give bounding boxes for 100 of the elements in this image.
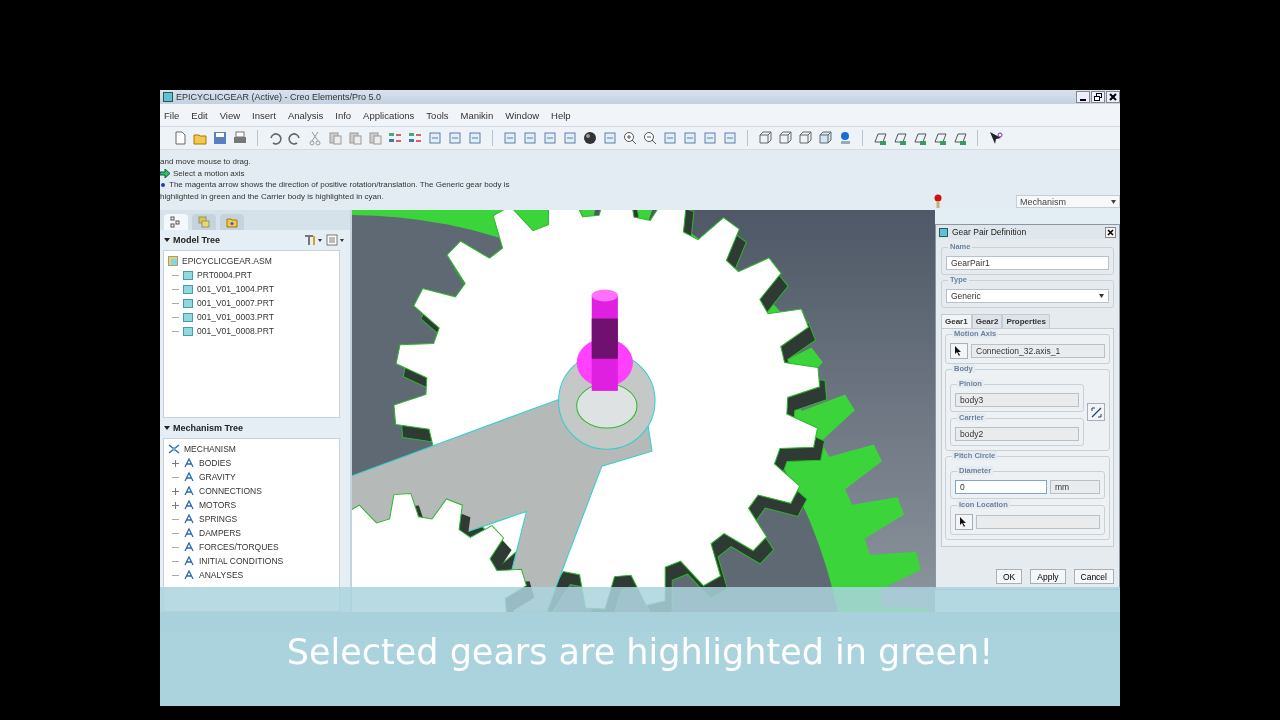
type-dropdown[interactable]: Generic bbox=[946, 289, 1109, 303]
message-text: The magenta arrow shows the direction of positive rotation/translation. The Generic gear body is bbox=[169, 180, 510, 190]
unit-field: mm bbox=[1050, 480, 1100, 494]
symbol-icon bbox=[183, 472, 195, 482]
dialog-button[interactable]: Cancel bbox=[1073, 569, 1114, 584]
model-tree-title: Model Tree bbox=[173, 235, 220, 245]
no-hidden-cube-icon[interactable] bbox=[797, 130, 813, 146]
folder-icon bbox=[226, 216, 238, 228]
save-icon[interactable] bbox=[212, 130, 228, 146]
tree-item[interactable]: 001_V01_0007.PRT bbox=[197, 298, 274, 308]
cursor-icon bbox=[960, 517, 968, 527]
motion-axis-field[interactable]: Connection_32.axis_1 bbox=[971, 344, 1105, 358]
undo-icon[interactable] bbox=[267, 130, 283, 146]
tree-item[interactable]: PRT0004.PRT bbox=[197, 270, 252, 280]
menu-item[interactable]: Window bbox=[505, 109, 540, 121]
dialog-tab[interactable]: Gear1 bbox=[941, 314, 972, 328]
carrier-field[interactable]: body2 bbox=[955, 427, 1079, 441]
select-button[interactable] bbox=[950, 343, 968, 359]
select-button[interactable] bbox=[955, 514, 973, 530]
pinion-field[interactable]: body3 bbox=[955, 393, 1079, 407]
menu-item[interactable]: View bbox=[219, 109, 241, 121]
traffic-light-icon bbox=[934, 194, 942, 208]
symbol-icon bbox=[183, 458, 195, 468]
tree-item[interactable]: 001_V01_1004.PRT bbox=[197, 284, 274, 294]
tree-item[interactable]: DAMPERS bbox=[199, 528, 242, 538]
dialog-button[interactable]: Apply bbox=[1030, 569, 1066, 584]
wireframe-cube-icon[interactable] bbox=[757, 130, 773, 146]
close-icon bbox=[1107, 228, 1114, 236]
new-file-icon[interactable] bbox=[172, 130, 188, 146]
mechanism-tree-title: Mechanism Tree bbox=[173, 423, 244, 433]
dialog-icon bbox=[939, 227, 948, 237]
dialog-tab[interactable]: Properties bbox=[1002, 314, 1050, 328]
expand-icon[interactable] bbox=[172, 487, 179, 495]
dialog-button[interactable]: OK bbox=[996, 569, 1023, 584]
shaded-cube-icon[interactable] bbox=[817, 130, 833, 146]
menu-item[interactable]: Insert bbox=[252, 109, 276, 121]
assembly-icon bbox=[168, 256, 178, 266]
icon-location-field[interactable] bbox=[976, 515, 1100, 529]
mode-dropdown[interactable]: Mechanism bbox=[1016, 195, 1120, 208]
hidden-cube-icon[interactable] bbox=[777, 130, 793, 146]
caption-text: Selected gears are highlighted in green! bbox=[286, 631, 994, 674]
tree-item[interactable]: FORCES/TORQUES bbox=[199, 542, 279, 552]
menu-item[interactable]: Manikin bbox=[460, 109, 494, 121]
expand-icon[interactable] bbox=[172, 501, 179, 509]
mechanism-icon bbox=[168, 444, 180, 454]
menu-item[interactable]: Edit bbox=[191, 109, 208, 121]
swap-button[interactable] bbox=[1087, 403, 1105, 421]
tree-item[interactable]: CONNECTIONS bbox=[199, 486, 262, 496]
zoom-out-icon[interactable] bbox=[642, 130, 658, 146]
collapse-icon[interactable] bbox=[164, 238, 170, 242]
tree-item[interactable]: INITIAL CONDITIONS bbox=[199, 556, 284, 566]
tree-item[interactable]: 001_V01_0008.PRT bbox=[197, 326, 274, 336]
symbol-icon bbox=[183, 542, 195, 552]
close-icon bbox=[1109, 93, 1117, 101]
caret-icon bbox=[1099, 294, 1104, 298]
message-text: highlighted in green and the Carrier body is highlighted in cyan. bbox=[160, 191, 384, 201]
close-button[interactable] bbox=[1106, 91, 1120, 103]
panel-tab[interactable] bbox=[164, 214, 188, 230]
sphere-icon[interactable] bbox=[582, 130, 598, 146]
symbol-icon bbox=[183, 528, 195, 538]
symbol-icon bbox=[183, 556, 195, 566]
close-button[interactable] bbox=[1105, 226, 1116, 238]
dialog-tab[interactable]: Gear2 bbox=[971, 314, 1003, 328]
restore-button[interactable] bbox=[1091, 91, 1105, 103]
diameter-field[interactable]: 0 bbox=[955, 480, 1047, 494]
redo-icon[interactable] bbox=[287, 130, 303, 146]
print-icon[interactable] bbox=[232, 130, 248, 146]
name-field[interactable]: GearPair1 bbox=[946, 256, 1109, 270]
settings-icon[interactable] bbox=[303, 234, 323, 246]
tree-item[interactable]: 001_V01_0003.PRT bbox=[197, 312, 274, 322]
symbol-icon bbox=[183, 570, 195, 580]
menu-item[interactable]: Applications bbox=[363, 109, 415, 121]
menu-item[interactable]: Info bbox=[335, 109, 352, 121]
tree-item[interactable]: EPICYCLICGEAR.ASM bbox=[182, 256, 272, 266]
zoom-in-icon[interactable] bbox=[622, 130, 638, 146]
arrow-icon bbox=[160, 168, 170, 178]
window-title: EPICYCLICGEAR (Active) - Creo Elements/Pro 5.0 bbox=[176, 92, 382, 102]
bullet-icon bbox=[160, 181, 166, 188]
tree-item[interactable]: SPRINGS bbox=[199, 514, 238, 524]
help-cursor-icon[interactable] bbox=[987, 130, 1003, 146]
symbol-icon bbox=[183, 486, 195, 496]
message-text: and move mouse to drag. bbox=[160, 157, 251, 167]
plane-icon[interactable] bbox=[872, 130, 888, 146]
tree-item[interactable]: ANALYSES bbox=[199, 570, 244, 580]
tree-item[interactable]: MOTORS bbox=[199, 500, 237, 510]
tree-item[interactable]: MECHANISM bbox=[184, 444, 236, 454]
minimize-button[interactable] bbox=[1076, 91, 1090, 103]
menu-item[interactable]: Help bbox=[551, 109, 571, 121]
app-icon bbox=[163, 92, 173, 102]
menu-item[interactable]: Tools bbox=[426, 109, 449, 121]
tree-item[interactable]: GRAVITY bbox=[199, 472, 236, 482]
tree-icon bbox=[170, 216, 182, 228]
collapse-icon[interactable] bbox=[164, 426, 170, 430]
menu-item[interactable]: Analysis bbox=[287, 109, 324, 121]
menu-item[interactable]: File bbox=[164, 109, 180, 121]
restore-icon bbox=[1094, 93, 1102, 101]
list-icon[interactable] bbox=[326, 234, 346, 246]
expand-icon[interactable] bbox=[172, 459, 179, 467]
symbol-icon bbox=[183, 500, 195, 510]
tree-item[interactable]: BODIES bbox=[199, 458, 232, 468]
